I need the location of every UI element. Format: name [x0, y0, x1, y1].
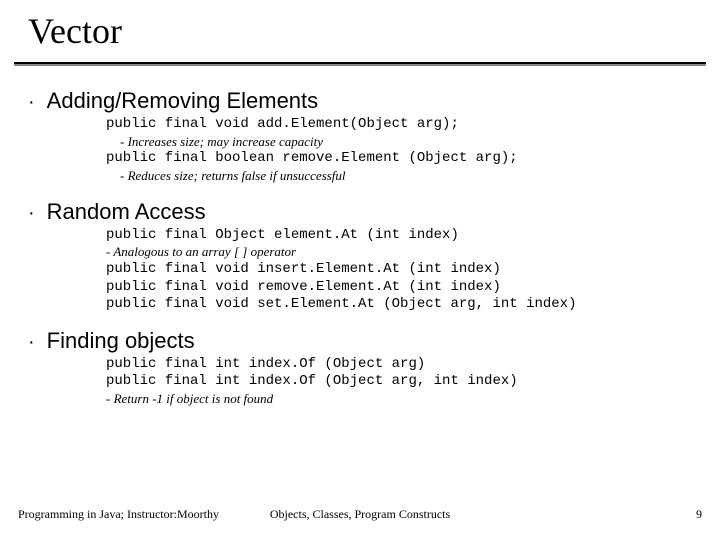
section-title: Random Access: [47, 199, 206, 225]
bullet-icon: ·: [28, 203, 35, 223]
section-header: · Random Access: [28, 199, 700, 225]
code-line: public final Object element.At (int inde…: [106, 227, 700, 245]
slide-content: · Adding/Removing Elements public final …: [0, 66, 720, 408]
note-line: - Analogous to an array [ ] operator: [106, 244, 700, 261]
note-line: - Increases size; may increase capacity: [120, 134, 700, 151]
code-line: public final void remove.Element.At (int…: [106, 279, 700, 297]
code-line: public final void insert.Element.At (int…: [106, 261, 700, 279]
section-header: · Adding/Removing Elements: [28, 88, 700, 114]
section-adding-removing: · Adding/Removing Elements public final …: [28, 88, 700, 185]
section-random-access: · Random Access public final Object elem…: [28, 199, 700, 314]
code-line: public final boolean remove.Element (Obj…: [106, 150, 700, 168]
note-line: - Return -1 if object is not found: [106, 391, 700, 408]
footer: Programming in Java; Instructor:Moorthy …: [0, 507, 720, 522]
code-line: public final int index.Of (Object arg, i…: [106, 373, 700, 391]
code-line: public final void set.Element.At (Object…: [106, 296, 700, 314]
section-finding-objects: · Finding objects public final int index…: [28, 328, 700, 408]
bullet-icon: ·: [28, 92, 35, 112]
footer-page-number: 9: [696, 507, 702, 522]
section-title: Adding/Removing Elements: [47, 88, 318, 114]
footer-center: Objects, Classes, Program Constructs: [270, 507, 450, 522]
slide: Vector · Adding/Removing Elements public…: [0, 0, 720, 540]
section-title: Finding objects: [47, 328, 195, 354]
note-line: - Reduces size; returns false if unsucce…: [120, 168, 700, 185]
code-line: public final int index.Of (Object arg): [106, 356, 700, 374]
code-line: public final void add.Element(Object arg…: [106, 116, 700, 134]
section-header: · Finding objects: [28, 328, 700, 354]
slide-title: Vector: [0, 10, 720, 58]
footer-left: Programming in Java; Instructor:Moorthy: [18, 507, 219, 522]
bullet-icon: ·: [28, 332, 35, 352]
